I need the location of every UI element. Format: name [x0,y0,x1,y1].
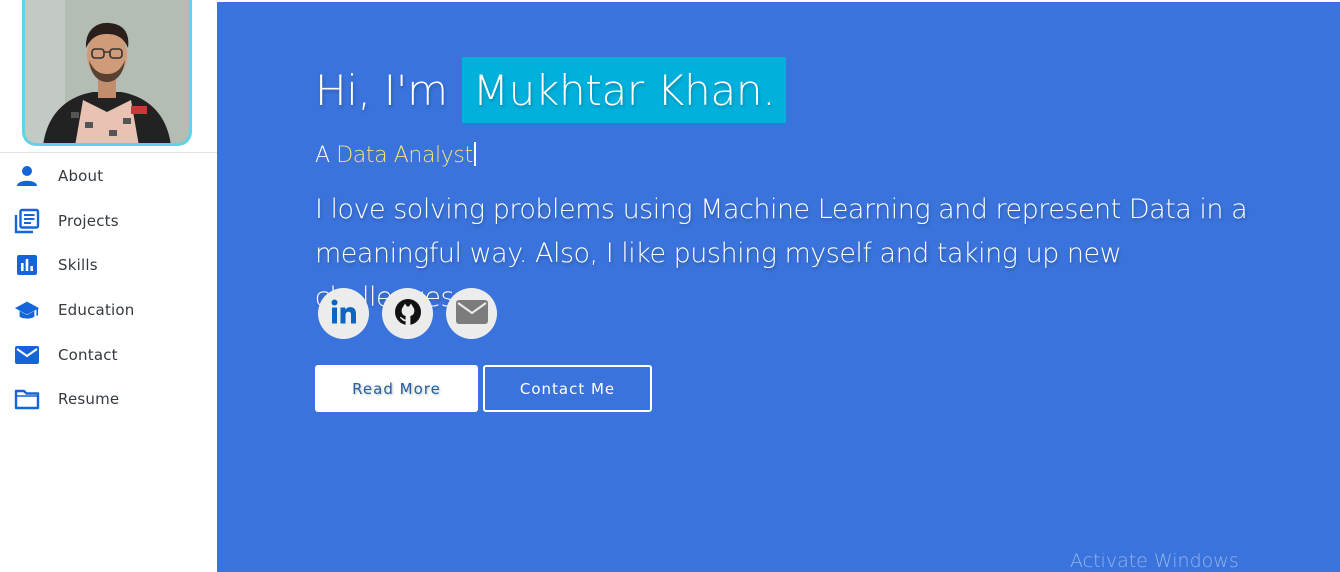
role-prefix: A [315,143,330,168]
sidebar-item-label: Education [58,301,135,320]
sidebar-item-about[interactable]: About [0,154,217,199]
github-link[interactable] [382,288,433,339]
read-more-button[interactable]: Read More [315,365,478,412]
sidebar-item-skills[interactable]: Skills [0,243,217,288]
typing-cursor [473,142,476,166]
sidebar-item-education[interactable]: Education [0,288,217,333]
sidebar-nav: About Projects Skills Education Contact … [0,154,217,422]
hero-heading: Hi, I'm Mukhtar Khan. [315,56,787,124]
sidebar-item-projects[interactable]: Projects [0,199,217,244]
person-icon [14,163,40,189]
linkedin-icon [329,297,359,331]
mail-icon [455,298,489,330]
role-title: Data Analyst [336,143,473,168]
avatar [22,0,192,146]
sidebar: About Projects Skills Education Contact … [0,0,217,572]
hero-section: Hi, I'm Mukhtar Khan. A Data Analyst I l… [217,2,1340,572]
hero-greeting: Hi, I'm [315,65,448,115]
sidebar-item-resume[interactable]: Resume [0,377,217,422]
divider [0,152,217,153]
social-links [318,288,497,339]
activate-windows-watermark: Activate Windows [1070,550,1239,572]
sidebar-item-label: Projects [58,211,119,230]
hero-role: A Data Analyst [315,142,476,168]
sidebar-item-label: Skills [58,256,98,275]
sidebar-item-label: Resume [58,390,120,409]
hero-name: Mukhtar Khan. [461,57,787,123]
sidebar-item-label: Contact [58,345,118,364]
sidebar-item-label: About [58,167,104,186]
contact-me-button[interactable]: Contact Me [483,365,652,412]
library-books-icon [14,208,40,234]
mail-icon [14,342,40,368]
graduation-cap-icon [14,297,40,323]
bar-chart-icon [14,252,40,278]
sidebar-item-contact[interactable]: Contact [0,332,217,377]
linkedin-link[interactable] [318,288,369,339]
email-link[interactable] [446,288,497,339]
github-icon [393,297,423,331]
avatar-photo [25,0,189,143]
folder-icon [14,386,40,412]
